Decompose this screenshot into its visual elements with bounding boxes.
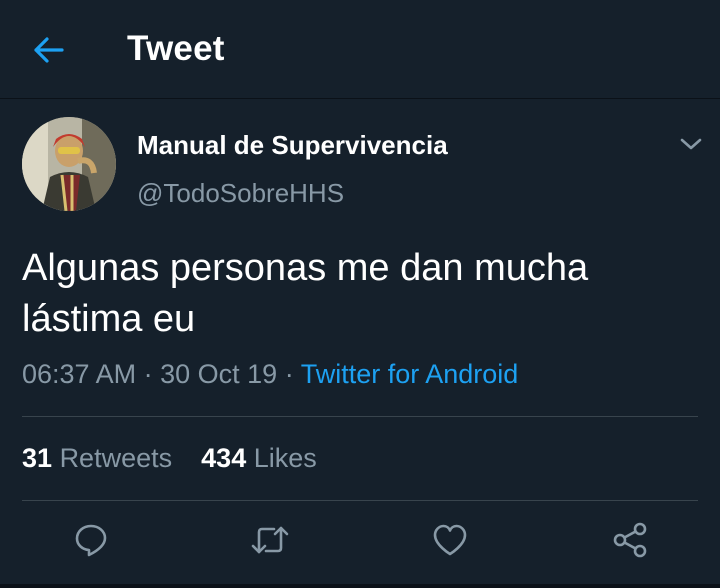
meta-separator: · <box>143 359 153 389</box>
retweet-button[interactable] <box>250 520 290 560</box>
likes-label: Likes <box>253 443 317 473</box>
share-button[interactable] <box>610 520 650 560</box>
tweet-text: Algunas personas me dan mucha lástima eu <box>22 243 702 345</box>
avatar-image <box>22 117 116 211</box>
divider <box>22 416 698 417</box>
meta-separator: · <box>284 359 294 389</box>
tweet-date: 30 Oct 19 <box>160 359 278 389</box>
tweet-text-line: lástima eu <box>22 298 196 340</box>
app-header: Tweet <box>0 0 720 99</box>
avatar[interactable] <box>22 117 116 211</box>
share-icon <box>613 522 647 558</box>
arrow-left-icon <box>34 37 64 63</box>
tweet-stats: 31 Retweets 434 Likes <box>22 443 317 474</box>
author-display-name[interactable]: Manual de Supervivencia <box>137 130 448 161</box>
author-handle[interactable]: @TodoSobreHHS <box>137 178 344 209</box>
likes-count: 434 <box>201 443 247 473</box>
tweet-meta: 06:37 AM · 30 Oct 19 · Twitter for Andro… <box>22 359 518 390</box>
tweet-options-button[interactable] <box>676 130 706 158</box>
reply-button[interactable] <box>71 520 111 560</box>
tweet-text-line: Algunas personas me dan mucha <box>22 247 589 289</box>
back-button[interactable] <box>28 30 68 70</box>
reply-icon <box>75 524 107 557</box>
page-title: Tweet <box>127 29 225 68</box>
retweets-count: 31 <box>22 443 53 473</box>
divider <box>22 500 698 501</box>
retweets-label: Retweets <box>59 443 173 473</box>
tweet-source-link[interactable]: Twitter for Android <box>301 359 519 389</box>
chevron-down-icon <box>680 138 702 150</box>
retweet-icon <box>251 526 289 554</box>
bottom-divider <box>0 584 720 588</box>
tweet-time: 06:37 AM <box>22 359 137 389</box>
heart-icon <box>433 524 467 556</box>
likes-stat[interactable]: 434 Likes <box>201 443 317 473</box>
retweets-stat[interactable]: 31 Retweets <box>22 443 180 473</box>
like-button[interactable] <box>430 520 470 560</box>
